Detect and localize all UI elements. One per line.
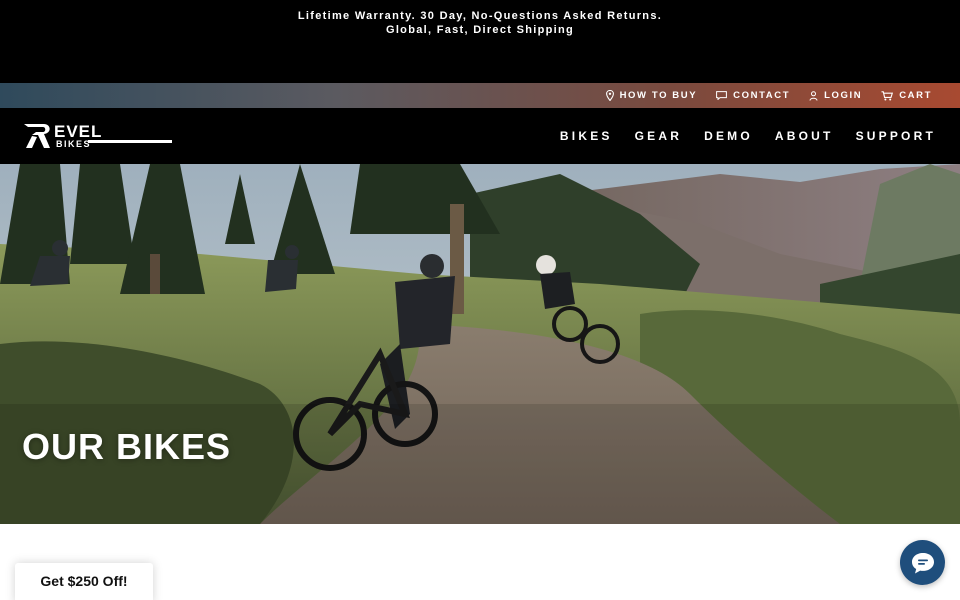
announcement-bar: Lifetime Warranty. 30 Day, No-Questions …	[0, 0, 960, 83]
login-link[interactable]: LOGIN	[809, 90, 862, 101]
contact-link[interactable]: CONTACT	[716, 90, 790, 101]
revel-bikes-logo[interactable]: EVEL BIKES	[22, 121, 174, 151]
nav-bikes[interactable]: BIKES	[560, 129, 613, 143]
chat-icon	[911, 552, 934, 573]
how-to-buy-label: HOW TO BUY	[619, 90, 698, 101]
svg-text:BIKES: BIKES	[56, 139, 91, 149]
main-nav-items: BIKES GEAR DEMO ABOUT SUPPORT	[538, 108, 936, 164]
hero-image	[0, 164, 960, 524]
announcement-line-2: Global, Fast, Direct Shipping	[385, 24, 575, 36]
hero-banner: OUR BIKES	[0, 164, 960, 524]
announcement-line-1: Lifetime Warranty. 30 Day, No-Questions …	[297, 10, 663, 22]
how-to-buy-link[interactable]: HOW TO BUY	[605, 90, 698, 101]
map-pin-icon	[605, 90, 614, 101]
promo-tab[interactable]: Get $250 Off!	[15, 563, 153, 600]
nav-support[interactable]: SUPPORT	[856, 129, 936, 143]
chat-button[interactable]	[900, 540, 945, 585]
utility-bar: HOW TO BUY CONTACT LOGIN CART	[0, 83, 960, 108]
login-label: LOGIN	[824, 90, 863, 101]
cart-label: CART	[899, 90, 932, 101]
nav-about[interactable]: ABOUT	[775, 129, 834, 143]
contact-label: CONTACT	[733, 90, 791, 101]
cart-link[interactable]: CART	[881, 90, 932, 101]
main-navigation: EVEL BIKES BIKES GEAR DEMO ABOUT SUPPORT	[0, 108, 960, 164]
chat-bubble-icon	[716, 91, 728, 100]
hero-title: OUR BIKES	[22, 426, 232, 467]
nav-demo[interactable]: DEMO	[704, 129, 753, 143]
nav-gear[interactable]: GEAR	[635, 129, 682, 143]
user-icon	[809, 90, 818, 101]
cart-icon	[881, 90, 894, 100]
